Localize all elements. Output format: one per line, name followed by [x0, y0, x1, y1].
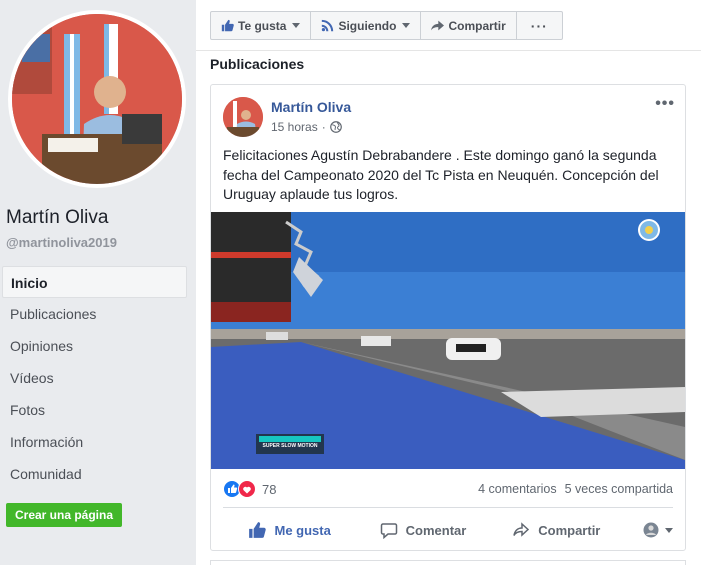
comment-icon — [380, 523, 397, 539]
slow-motion-overlay-label: SUPER SLOW MOTION — [262, 443, 318, 449]
thumbs-up-icon — [221, 19, 234, 32]
reaction-icons — [223, 480, 256, 498]
post-author-name[interactable]: Martín Oliva — [271, 99, 351, 115]
create-page-button[interactable]: Crear una página — [6, 503, 122, 527]
profile-picture[interactable] — [8, 10, 186, 188]
page-share-button[interactable]: Compartir — [421, 12, 517, 39]
comments-count[interactable]: 4 comentarios — [478, 482, 557, 496]
nav-item-fotos[interactable]: Fotos — [2, 394, 187, 426]
post-like-button[interactable]: Me gusta — [223, 521, 356, 539]
follow-button[interactable]: Siguiendo — [311, 12, 422, 39]
post-like-label: Me gusta — [274, 522, 331, 538]
shares-count[interactable]: 5 veces compartida — [565, 482, 673, 496]
love-reaction-icon — [238, 480, 256, 498]
chevron-down-icon — [402, 23, 411, 28]
post-image[interactable]: SUPER SLOW MOTION — [211, 212, 685, 469]
avatar-illustration — [223, 97, 263, 137]
left-column: Martín Oliva @martinoliva2019 Inicio Pub… — [0, 0, 196, 565]
more-options-button[interactable]: ··· — [517, 12, 562, 39]
divider — [196, 50, 701, 51]
next-post-card-edge — [210, 560, 686, 565]
page-name[interactable]: Martín Oliva — [6, 207, 108, 229]
post-time-label: 15 horas — [271, 120, 318, 134]
post-as-selector[interactable] — [623, 522, 673, 538]
divider — [223, 507, 673, 508]
nav-item-publicaciones[interactable]: Publicaciones — [2, 298, 187, 330]
page-action-bar: Te gusta Siguiendo Compartir ··· — [210, 11, 563, 40]
globe-icon — [329, 121, 342, 133]
post-share-label: Compartir — [538, 522, 601, 538]
post-action-bar: Me gusta Comentar Compartir — [223, 513, 673, 547]
page-handle[interactable]: @martinoliva2019 — [6, 235, 117, 250]
post-options-icon[interactable]: ••• — [655, 95, 675, 113]
page-share-label: Compartir — [448, 18, 506, 33]
left-nav: Inicio Publicaciones Opiniones Vídeos Fo… — [2, 266, 187, 490]
post-stats: 4 comentarios 5 veces compartida — [478, 482, 673, 496]
profile-photo-illustration — [12, 14, 182, 184]
race-photo-illustration — [211, 212, 685, 469]
post-share-button[interactable]: Compartir — [490, 521, 623, 539]
post-timestamp[interactable]: 15 horas · — [271, 120, 342, 134]
mini-avatar-icon — [643, 522, 659, 538]
more-dots-label: ··· — [530, 17, 548, 34]
dot-separator: · — [321, 120, 326, 134]
post-author-avatar[interactable] — [223, 97, 263, 137]
page-like-label: Te gusta — [238, 18, 287, 33]
rss-icon — [322, 19, 334, 32]
nav-item-inicio[interactable]: Inicio — [2, 266, 187, 298]
post-comment-label: Comentar — [405, 522, 467, 538]
post-card: Martín Oliva 15 horas · ••• Felicitacion… — [210, 84, 686, 551]
reactions-count: 78 — [262, 481, 277, 497]
nav-item-comunidad[interactable]: Comunidad — [2, 458, 187, 490]
share-arrow-icon — [431, 20, 445, 31]
nav-item-videos[interactable]: Vídeos — [2, 362, 187, 394]
thumbs-up-icon — [249, 522, 267, 538]
page-like-button[interactable]: Te gusta — [211, 12, 312, 39]
nav-item-informacion[interactable]: Información — [2, 426, 187, 458]
share-arrow-icon — [513, 522, 530, 537]
main-column: Te gusta Siguiendo Compartir ··· Publica… — [196, 0, 701, 565]
chevron-down-icon — [664, 527, 673, 533]
nav-item-opiniones[interactable]: Opiniones — [2, 330, 187, 362]
follow-label: Siguiendo — [338, 18, 397, 33]
reaction-summary[interactable]: 78 — [223, 480, 276, 498]
chevron-down-icon — [292, 23, 301, 28]
post-comment-button[interactable]: Comentar — [356, 521, 489, 539]
section-title: Publicaciones — [210, 56, 305, 72]
post-text: Felicitaciones Agustín Debrabandere . Es… — [223, 147, 659, 202]
